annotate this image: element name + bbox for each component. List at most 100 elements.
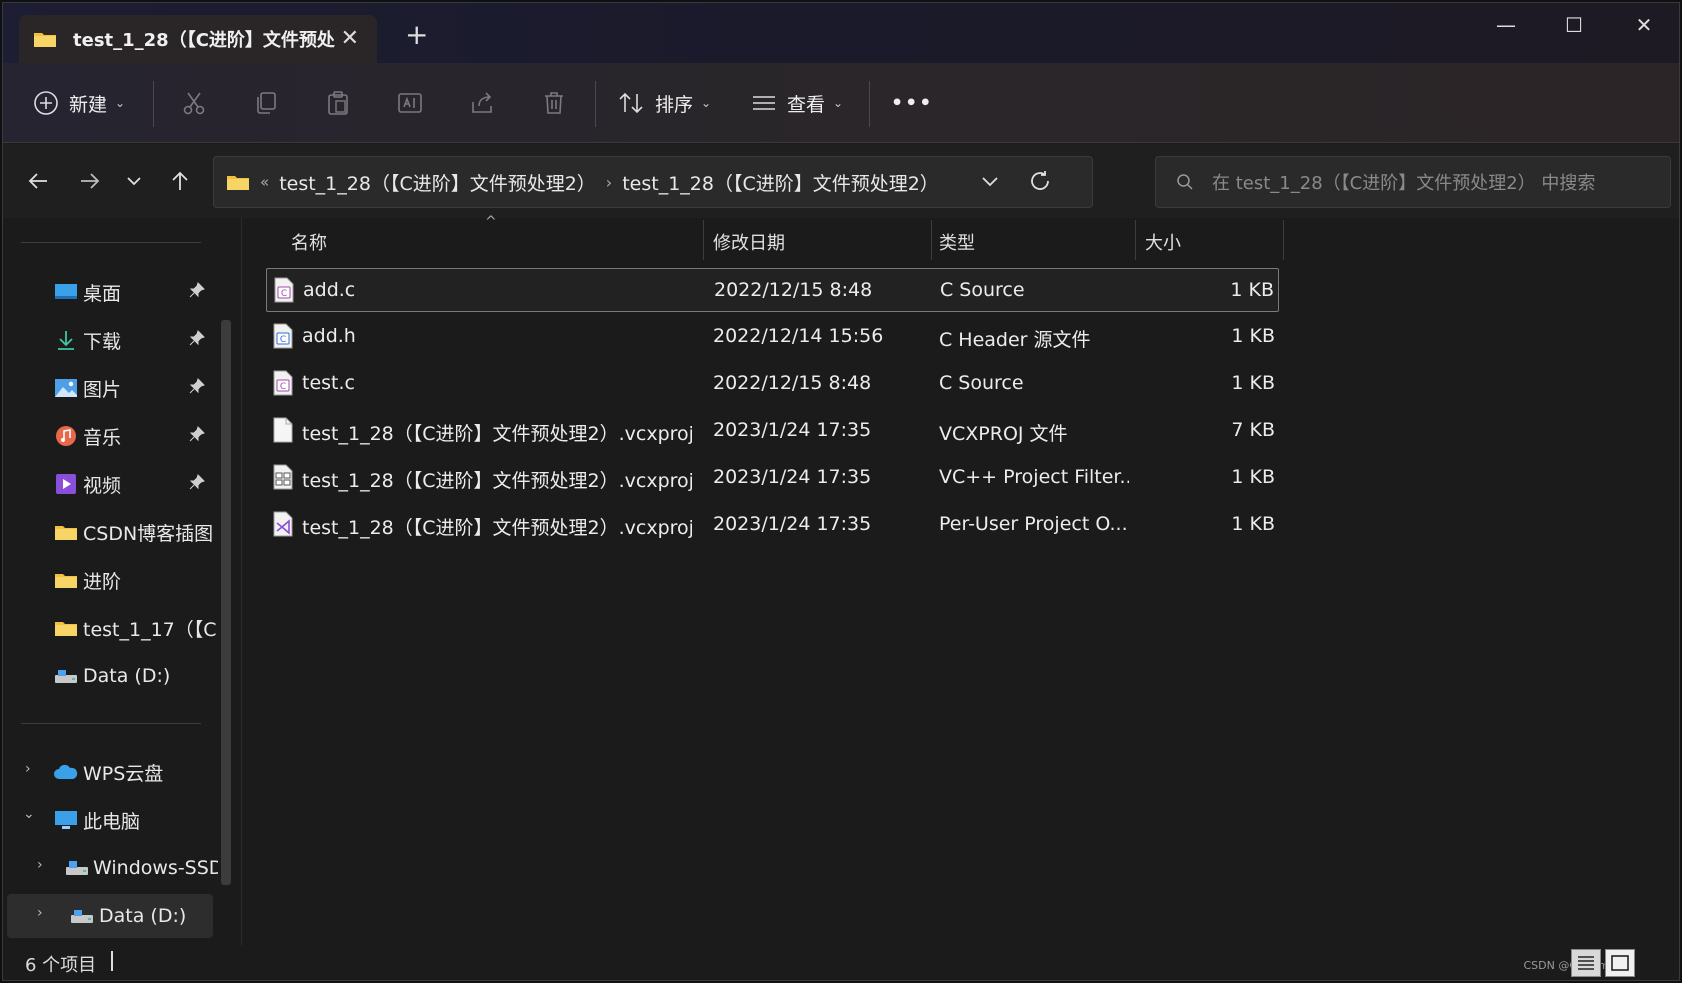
maximize-button[interactable]: ☐ — [1559, 13, 1589, 37]
sidebar-item-label: 图片 — [83, 378, 122, 401]
file-row[interactable]: test_1_28（【C进阶】文件预处理2）.vcxproj.... 2023/… — [266, 503, 1279, 547]
breadcrumb-item[interactable]: test_1_28（【C进阶】文件预处理2） — [279, 169, 596, 196]
column-header-name[interactable]: 名称 — [291, 218, 327, 266]
collapse-icon[interactable]: ⌄ — [23, 806, 35, 822]
expand-icon[interactable]: › — [37, 857, 43, 873]
navigation-bar: « test_1_28（【C进阶】文件预处理2） › test_1_28（【C进… — [3, 144, 1679, 218]
copy-button[interactable] — [253, 85, 279, 121]
sort-ascending-icon: ^ — [485, 214, 497, 230]
tab-title: test_1_28（【C进阶】文件预处理2） — [73, 30, 335, 51]
drive-icon — [53, 665, 79, 687]
details-view-icon — [1578, 956, 1594, 970]
tab-current[interactable]: test_1_28（【C进阶】文件预处理2） ✕ — [19, 15, 377, 63]
column-divider[interactable] — [1283, 220, 1284, 260]
sidebar-item-label: 视频 — [83, 474, 122, 497]
sidebar-item-music[interactable]: 音乐 — [3, 414, 218, 458]
file-row[interactable]: C test.c 2022/12/15 8:48 C Source 1 KB — [266, 362, 1279, 406]
sidebar-item-label: Windows-SSD — [93, 857, 218, 879]
column-divider[interactable] — [931, 220, 932, 260]
file-name: add.c — [303, 279, 356, 301]
file-type: C Source — [939, 372, 1024, 394]
sidebar-item-this-pc[interactable]: ⌄ 此电脑 — [3, 798, 218, 842]
sidebar-item-data-d[interactable]: Data (D:) — [3, 654, 218, 698]
overflow-breadcrumb[interactable]: « — [260, 173, 269, 191]
share-button[interactable] — [469, 85, 495, 121]
new-label: 新建 — [69, 93, 108, 116]
sidebar-item-label: 桌面 — [83, 282, 122, 305]
column-divider[interactable] — [1135, 220, 1136, 260]
close-window-button[interactable]: ✕ — [1629, 13, 1659, 37]
pane-divider[interactable] — [241, 218, 242, 948]
breadcrumb-item[interactable]: test_1_28（【C进阶】文件预处理2） — [622, 169, 939, 196]
chevron-down-icon: ⌄ — [701, 96, 712, 110]
sidebar-item-csdn[interactable]: CSDN博客插图 — [3, 510, 218, 554]
expand-icon[interactable]: › — [25, 761, 31, 777]
pin-icon[interactable] — [189, 282, 205, 298]
pin-icon[interactable] — [189, 426, 205, 442]
trash-icon — [545, 92, 563, 114]
svg-text:C: C — [280, 335, 286, 345]
sidebar-item-wps-cloud[interactable]: › WPS云盘 — [3, 750, 218, 794]
file-row[interactable]: test_1_28（【C进阶】文件预处理2）.vcxproj 2023/1/24… — [266, 409, 1279, 453]
file-type: C Header 源文件 — [939, 329, 1091, 351]
tab-close-button[interactable]: ✕ — [341, 26, 359, 51]
forward-button[interactable] — [73, 164, 107, 198]
file-row[interactable]: test_1_28（【C进阶】文件预处理2）.vcxproj.f... 2023… — [266, 456, 1279, 500]
sidebar-item-data-d-tree[interactable]: › Data (D:) — [7, 894, 213, 938]
column-header-size[interactable]: 大小 — [1145, 218, 1181, 266]
pin-icon[interactable] — [189, 330, 205, 346]
sidebar-item-videos[interactable]: 视频 — [3, 462, 218, 506]
sidebar-item-windows-ssd[interactable]: › Windows-SSD — [3, 846, 218, 890]
delete-button[interactable] — [541, 85, 567, 121]
sort-label: 排序 — [655, 93, 694, 116]
folder-icon — [34, 33, 56, 47]
column-header-date[interactable]: 修改日期 — [713, 218, 785, 266]
file-name: test_1_28（【C进阶】文件预处理2）.vcxproj.f... — [302, 470, 692, 492]
sidebar-item-desktop[interactable]: 桌面 — [3, 270, 218, 314]
rename-button[interactable] — [397, 85, 423, 121]
navigation-pane: 桌面 下载 图片 音乐 视频 CSDN博客插图 进阶 test_1_17（【C … — [3, 218, 235, 943]
back-button[interactable] — [21, 164, 55, 198]
sidebar-scrollbar[interactable] — [221, 320, 231, 885]
arrow-up-icon — [172, 171, 188, 190]
large-icons-view-button[interactable] — [1605, 949, 1635, 977]
command-bar: 新建 ⌄ 排序 ⌄ 查看 ⌄ ••• — [3, 63, 1679, 143]
pin-icon[interactable] — [189, 474, 205, 490]
sidebar-item-advanced[interactable]: 进阶 — [3, 558, 218, 602]
more-options-button[interactable]: ••• — [891, 85, 933, 121]
sidebar-item-downloads[interactable]: 下载 — [3, 318, 218, 362]
column-header-type[interactable]: 类型 — [939, 218, 975, 266]
file-date: 2023/1/24 17:35 — [713, 513, 872, 535]
up-button[interactable] — [163, 164, 197, 198]
chevron-down-icon — [127, 177, 141, 186]
blank-file-icon — [273, 417, 293, 443]
expand-icon[interactable]: › — [37, 905, 43, 921]
search-box[interactable]: 在 test_1_28（【C进阶】文件预处理2） 中搜索 — [1155, 156, 1671, 208]
sidebar-item-label: 下载 — [83, 330, 122, 353]
sidebar-item-label: 此电脑 — [83, 810, 141, 833]
new-button[interactable]: 新建 ⌄ — [33, 85, 125, 121]
new-tab-button[interactable]: + — [405, 21, 428, 49]
arrow-right-icon — [81, 173, 100, 189]
column-divider[interactable] — [703, 220, 704, 260]
minimize-button[interactable]: — — [1491, 13, 1521, 37]
breadcrumb-separator[interactable]: › — [606, 173, 612, 192]
sidebar-item-test-1-17[interactable]: test_1_17（【C — [3, 606, 218, 650]
paste-button[interactable] — [325, 85, 351, 121]
view-button[interactable]: 查看 ⌄ — [751, 85, 843, 121]
chevron-down-icon[interactable] — [980, 171, 1000, 191]
folder-icon — [53, 569, 79, 591]
pin-icon[interactable] — [189, 378, 205, 394]
file-row[interactable]: C add.c 2022/12/15 8:48 C Source 1 KB — [266, 268, 1279, 312]
refresh-icon[interactable] — [1028, 169, 1052, 193]
sort-button[interactable]: 排序 ⌄ — [617, 85, 711, 121]
sidebar-item-pictures[interactable]: 图片 — [3, 366, 218, 410]
search-placeholder: 在 test_1_28（【C进阶】文件预处理2） 中搜索 — [1212, 173, 1596, 194]
cut-button[interactable] — [181, 85, 207, 121]
details-view-button[interactable] — [1571, 949, 1601, 977]
address-bar[interactable]: « test_1_28（【C进阶】文件预处理2） › test_1_28（【C进… — [213, 156, 1093, 208]
recent-locations-button[interactable] — [117, 164, 151, 198]
view-list-icon — [753, 96, 775, 110]
sidebar-item-label: test_1_17（【C — [83, 618, 217, 641]
file-row[interactable]: C add.h 2022/12/14 15:56 C Header 源文件 1 … — [266, 315, 1279, 359]
